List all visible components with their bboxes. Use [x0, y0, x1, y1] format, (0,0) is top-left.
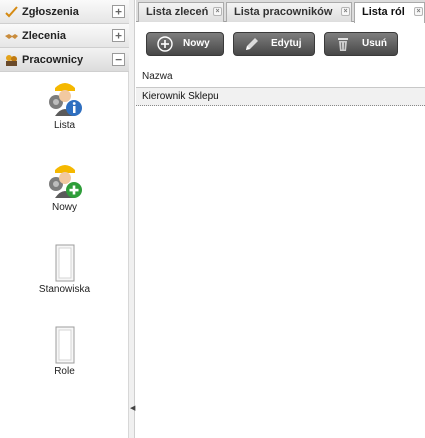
tab-label: Lista pracowników — [234, 6, 333, 18]
nav-section-zgloszenia[interactable]: Zgłoszenia + — [0, 0, 129, 24]
nav-section-zlecenia[interactable]: Zlecenia + — [0, 24, 129, 48]
nav-tile-label: Nowy — [51, 202, 77, 213]
nav-tile-label: Role — [54, 366, 75, 377]
navigation-panel: Zgłoszenia + Zlecenia + Pracownicy − Lis… — [0, 0, 129, 438]
main-content: Lista zleceń × Lista pracowników × Lista… — [136, 0, 425, 438]
nav-tile-role[interactable]: Role — [0, 326, 129, 377]
tab-strip: Lista zleceń × Lista pracowników × Lista… — [136, 0, 425, 23]
document-icon — [55, 326, 74, 364]
new-button[interactable]: Nowy — [146, 32, 224, 56]
nav-tile-label: Stanowiska — [38, 284, 91, 295]
column-header-nazwa[interactable]: Nazwa — [136, 66, 425, 88]
cell-nazwa: Kierownik Sklepu — [142, 91, 219, 102]
nav-section-title: Zlecenia — [22, 30, 67, 42]
table-row[interactable]: Kierownik Sklepu — [136, 88, 425, 106]
close-icon[interactable]: × — [341, 7, 350, 16]
worker-add-icon — [48, 165, 82, 198]
button-label: Usuń — [362, 38, 387, 49]
collapse-arrow-icon[interactable]: ◀ — [130, 404, 135, 412]
nav-tile-label: Lista — [53, 120, 76, 131]
pencil-icon — [246, 38, 258, 50]
trash-icon — [338, 38, 348, 51]
handshake-icon — [5, 34, 18, 39]
expand-toggle[interactable]: + — [112, 5, 125, 18]
nav-section-pracownicy[interactable]: Pracownicy − — [0, 48, 129, 72]
delete-button[interactable]: Usuń — [324, 32, 398, 56]
toolbar: Nowy Edytuj Usuń — [136, 23, 425, 65]
nav-tile-lista[interactable]: Lista — [0, 80, 129, 131]
document-icon — [55, 244, 74, 282]
expand-toggle[interactable]: + — [112, 29, 125, 42]
button-label: Nowy — [183, 38, 210, 49]
nav-tile-stanowiska[interactable]: Stanowiska — [0, 244, 129, 295]
worker-info-icon — [48, 83, 82, 116]
collapse-toggle[interactable]: − — [112, 53, 125, 66]
workers-icon — [6, 55, 17, 66]
panel-splitter[interactable]: ◀ — [129, 0, 135, 438]
tab-lista-zlecen[interactable]: Lista zleceń × — [138, 2, 224, 22]
edit-button[interactable]: Edytuj — [233, 32, 315, 56]
tab-lista-rol[interactable]: Lista ról × — [354, 2, 425, 23]
close-icon[interactable]: × — [213, 7, 222, 16]
roles-grid: Nazwa Kierownik Sklepu — [136, 66, 425, 106]
nav-section-title: Pracownicy — [22, 54, 84, 66]
nav-section-title: Zgłoszenia — [22, 6, 79, 18]
tab-lista-pracownikow[interactable]: Lista pracowników × — [226, 2, 352, 22]
tab-label: Lista zleceń — [146, 6, 209, 18]
plus-circle-icon — [157, 36, 173, 52]
button-label: Edytuj — [271, 38, 302, 49]
checkmark-pen-icon — [5, 6, 18, 18]
tab-label: Lista ról — [362, 6, 405, 18]
close-icon[interactable]: × — [414, 7, 423, 16]
nav-tile-nowy[interactable]: Nowy — [0, 162, 129, 213]
